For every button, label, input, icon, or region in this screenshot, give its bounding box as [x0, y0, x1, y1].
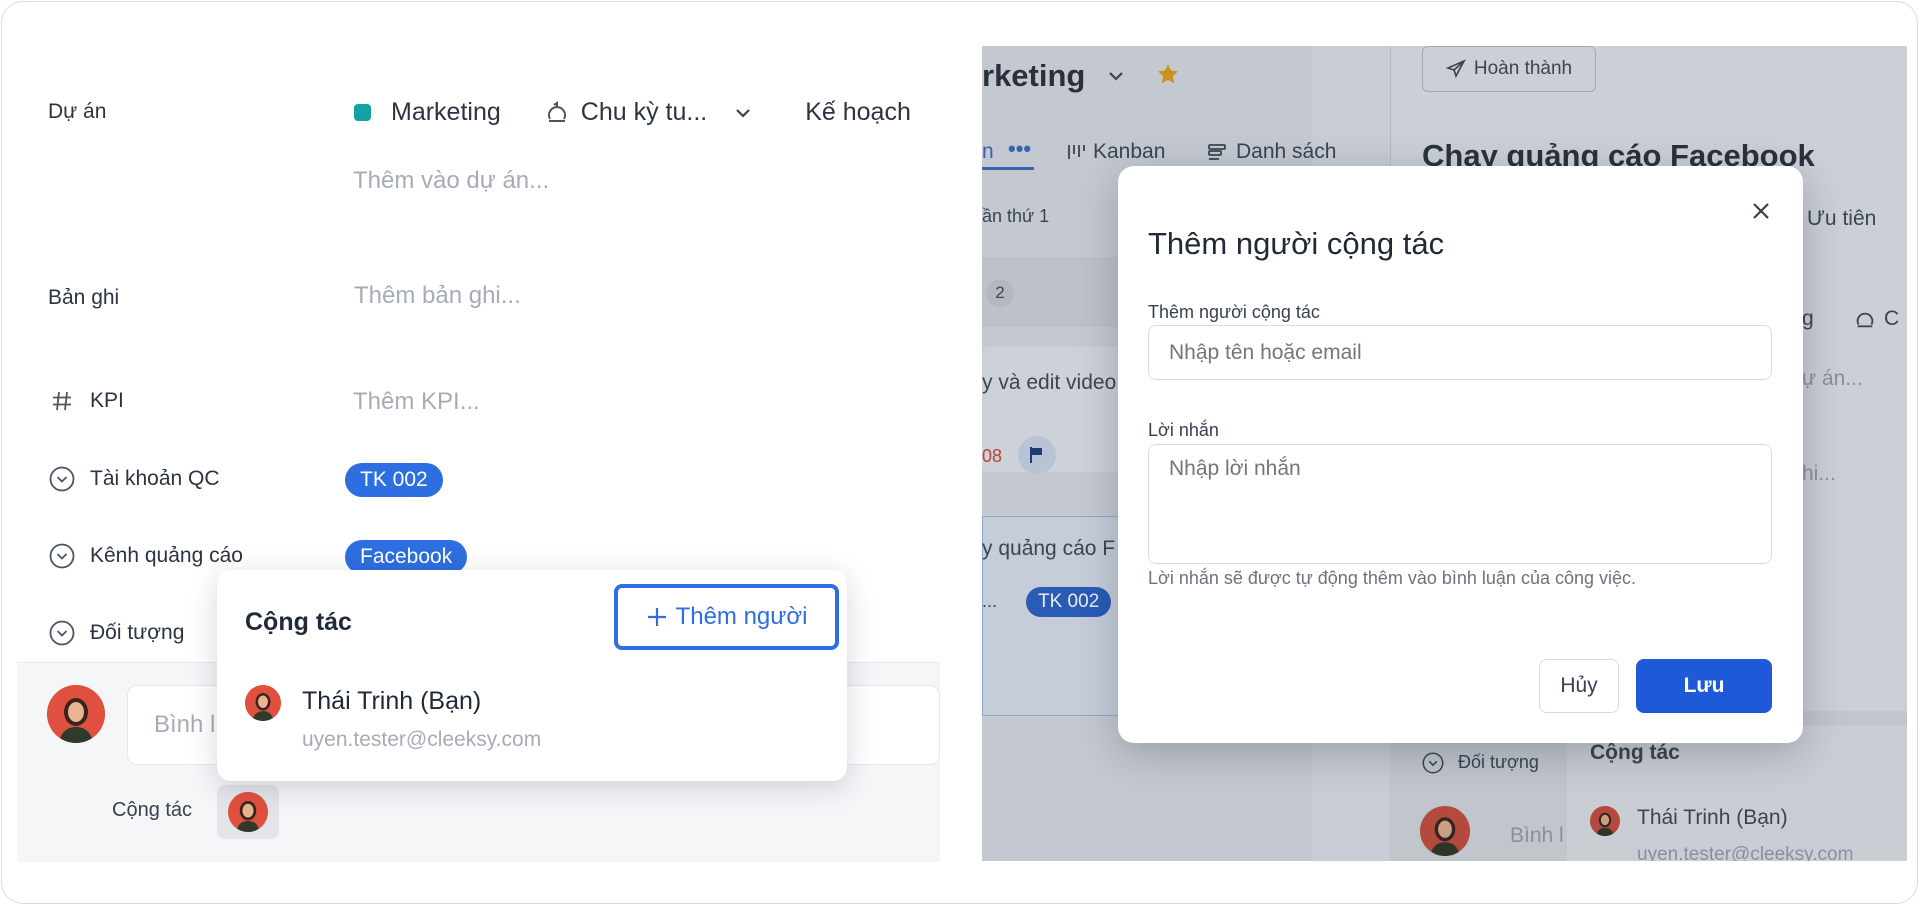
bg-card1-title: y và edit video	[982, 371, 1117, 394]
flag-icon	[1018, 436, 1056, 474]
bg-audience: Đối tượng	[1458, 752, 1539, 772]
collab-user-name: Thái Trinh (Bạn)	[302, 687, 482, 715]
add-person-button[interactable]: Thêm người	[614, 584, 839, 650]
bg-card1-date: 08	[982, 446, 1003, 466]
cycle-icon	[545, 100, 569, 125]
task-detail-panel: Dự án Marketing Chu kỳ tu... Kế hoạch Th…	[2, 2, 942, 903]
screenshot-frame: Dự án Marketing Chu kỳ tu... Kế hoạch Th…	[1, 1, 1918, 904]
kpi-input[interactable]: Thêm KPI...	[353, 388, 480, 416]
collab-user-email: uyen.tester@cleeksy.com	[302, 728, 542, 751]
bg-card2-tag: TK 002	[1026, 587, 1112, 617]
bg-count-badge: 2	[986, 279, 1014, 307]
send-icon	[1445, 59, 1466, 79]
bg-priority: Ưu tiên	[1807, 207, 1877, 230]
add-collaborator-modal: Thêm người cộng tác Thêm người cộng tác …	[1118, 166, 1803, 743]
bg-card2-title: y quảng cáo F	[982, 537, 1116, 560]
save-button[interactable]: Lưu	[1636, 659, 1772, 713]
collab-field-label: Thêm người cộng tác	[1148, 302, 1320, 322]
popover-title: Cộng tác	[245, 608, 352, 636]
list-icon	[1207, 142, 1227, 162]
message-help-text: Lời nhắn sẽ được tự động thêm vào bình l…	[1148, 568, 1637, 588]
project-color-dot	[354, 104, 371, 121]
cycle-select[interactable]: Chu kỳ tu...	[581, 98, 707, 127]
bg-view-active: n	[982, 140, 994, 163]
project-label: Dự án	[48, 100, 107, 123]
bg-done-button: Hoàn thành	[1422, 46, 1596, 92]
chevron-down-icon	[1106, 66, 1126, 86]
chevron-circle-icon	[1422, 752, 1444, 774]
add-project-link[interactable]: Thêm vào dự án...	[353, 167, 549, 195]
collab-label: Cộng tác	[112, 799, 193, 821]
active-tab-underline	[982, 167, 1034, 170]
chevron-circle-icon[interactable]	[48, 619, 76, 647]
avatar	[228, 792, 268, 832]
bg-card2-dots: ...	[982, 591, 998, 611]
chevron-circle-icon[interactable]	[48, 542, 76, 570]
more-icon: •••	[1008, 136, 1032, 161]
channel-label: Kênh quảng cáo	[48, 542, 243, 570]
kpi-label: KPI	[48, 387, 124, 415]
channel-tag[interactable]: Facebook	[345, 540, 468, 574]
bg-filter: ần thứ 1	[982, 206, 1050, 226]
cycle-icon	[1854, 308, 1876, 330]
bg-project-title: rketing	[982, 58, 1086, 93]
project-row: Marketing Chu kỳ tu... Kế hoạch	[354, 98, 911, 127]
bg-collab-name: Thái Trinh (Bạn)	[1637, 806, 1788, 829]
avatar	[1420, 806, 1470, 856]
bg-comment-stub: Bình l	[1510, 824, 1564, 847]
ad-account-label: Tài khoản QC	[48, 465, 220, 493]
avatar	[1590, 806, 1620, 836]
avatar	[245, 685, 281, 721]
hash-icon	[48, 387, 76, 415]
collab-input[interactable]	[1148, 325, 1772, 380]
plus-icon	[646, 606, 668, 628]
chevron-circle-icon[interactable]	[48, 465, 76, 493]
bg-side-proj: ự án...	[1802, 367, 1863, 390]
bg-side-notes: hi...	[1802, 462, 1836, 485]
message-field-label: Lời nhắn	[1148, 420, 1219, 440]
chevron-down-icon[interactable]	[733, 103, 753, 123]
collab-popover: Cộng tác Thêm người Thái Trinh (Bạn) uye…	[217, 570, 847, 781]
plan-select[interactable]: Kế hoạch	[805, 98, 911, 127]
bg-collab-title: Cộng tác	[1590, 741, 1680, 764]
bg-view-list: Danh sách	[1236, 140, 1337, 163]
kanban-icon	[1066, 142, 1086, 162]
notes-input[interactable]: Thêm bản ghi...	[354, 282, 521, 310]
star-icon	[1156, 62, 1180, 86]
audience-label: Đối tượng	[48, 619, 184, 647]
notes-label: Bản ghi	[48, 286, 120, 309]
modal-title: Thêm người cộng tác	[1148, 226, 1445, 261]
bg-collab-email: uyen.tester@cleeksy.com	[1637, 844, 1854, 861]
avatar	[47, 685, 105, 743]
bg-side-g: g	[1802, 307, 1814, 330]
bg-view-kanban: Kanban	[1093, 140, 1166, 163]
ad-account-tag[interactable]: TK 002	[345, 463, 443, 497]
cancel-button[interactable]: Hủy	[1539, 659, 1619, 713]
project-name[interactable]: Marketing	[391, 98, 501, 127]
bg-side-c: C	[1884, 307, 1900, 330]
message-textarea[interactable]	[1148, 444, 1772, 564]
close-icon[interactable]	[1746, 196, 1776, 226]
collab-avatar-button[interactable]	[217, 785, 279, 839]
